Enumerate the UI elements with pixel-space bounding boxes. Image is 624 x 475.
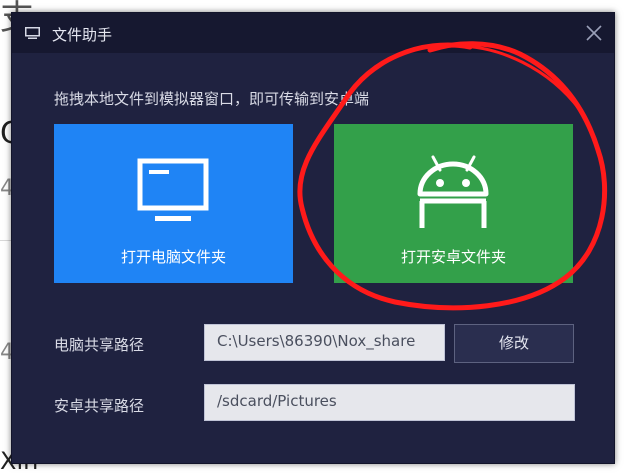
pc-share-path-field[interactable]: C:\Users\86390\Nox_share bbox=[204, 324, 445, 361]
open-pc-folder-label: 打开电脑文件夹 bbox=[120, 248, 226, 266]
monitor-icon bbox=[25, 27, 40, 39]
modify-path-button[interactable]: 修改 bbox=[454, 324, 574, 363]
open-android-folder-label: 打开安卓文件夹 bbox=[400, 248, 506, 266]
pc-share-path-label: 电脑共享路径 bbox=[54, 336, 145, 354]
open-android-folder-button[interactable]: 打开安卓文件夹 bbox=[334, 124, 573, 283]
close-icon[interactable] bbox=[584, 23, 604, 43]
drag-hint-text: 拖拽本地文件到模拟器窗口，即可传输到安卓端 bbox=[54, 90, 370, 108]
android-share-path-label: 安卓共享路径 bbox=[54, 397, 145, 415]
dialog-title: 文件助手 bbox=[52, 26, 113, 44]
dialog-titlebar: 文件助手 bbox=[12, 13, 614, 53]
android-share-path-field[interactable]: /sdcard/Pictures bbox=[204, 384, 575, 421]
open-pc-folder-button[interactable]: 打开电脑文件夹 bbox=[54, 124, 293, 283]
file-assistant-dialog: 文件助手 拖拽本地文件到模拟器窗口，即可传输到安卓端 打开电脑文件夹 打开安卓文… bbox=[11, 12, 615, 464]
